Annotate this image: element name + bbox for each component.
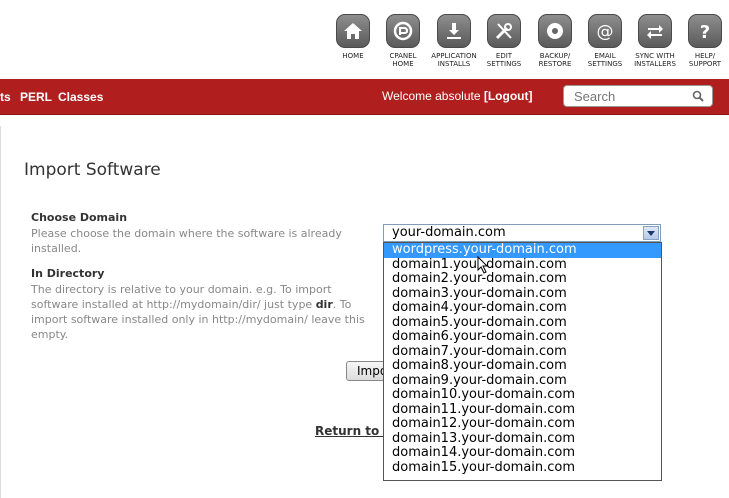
- dropdown-option[interactable]: domain7.your-domain.com: [384, 344, 661, 360]
- nav-link-perl[interactable]: PERL: [20, 90, 52, 104]
- toolbar-application-installs[interactable]: APPLICATION INSTALLS: [429, 14, 479, 68]
- toolbar-email-settings[interactable]: @ EMAIL SETTINGS: [580, 14, 630, 68]
- dropdown-option[interactable]: domain13.your-domain.com: [384, 431, 661, 447]
- toolbar-cpanel-home[interactable]: CPANEL HOME: [378, 14, 428, 68]
- toolbar-label: HELP/: [694, 52, 716, 60]
- toolbar-label: APPLICATION: [431, 52, 477, 60]
- cpanel-icon: [386, 14, 420, 48]
- nav-link-classes[interactable]: Classes: [58, 90, 103, 104]
- dropdown-option[interactable]: domain3.your-domain.com: [384, 286, 661, 302]
- disc-icon: [538, 14, 572, 48]
- toolbar-label: CPANEL: [389, 52, 417, 60]
- dropdown-option[interactable]: domain10.your-domain.com: [384, 387, 661, 403]
- dropdown-option[interactable]: domain4.your-domain.com: [384, 300, 661, 316]
- toolbar-backup-restore[interactable]: BACKUP/RESTORE: [530, 14, 580, 68]
- dropdown-option[interactable]: domain1.your-domain.com: [384, 257, 661, 273]
- sync-icon: [638, 14, 672, 48]
- svg-text:@: @: [597, 22, 614, 42]
- at-icon: @: [588, 14, 622, 48]
- dropdown-option[interactable]: domain9.your-domain.com: [384, 373, 661, 389]
- dropdown-option[interactable]: domain15.your-domain.com: [384, 460, 661, 476]
- toolbar-label: SYNC WITH: [635, 52, 675, 60]
- import-button[interactable]: Import: [346, 361, 386, 381]
- dropdown-option[interactable]: domain8.your-domain.com: [384, 358, 661, 374]
- directory-label: In Directory: [31, 267, 105, 280]
- toolbar-home[interactable]: HOME: [328, 14, 378, 60]
- toolbar-label: HOME: [342, 52, 364, 60]
- help-icon: ?: [688, 14, 722, 48]
- page-title: Import Software: [24, 160, 161, 180]
- content-area: Import Software Choose Domain Please cho…: [0, 126, 729, 498]
- dropdown-option[interactable]: domain11.your-domain.com: [384, 402, 661, 418]
- toolbar-label: EDIT: [495, 52, 513, 60]
- search-icon[interactable]: [692, 90, 704, 102]
- return-to-overview-link[interactable]: Return to Overview: [315, 424, 383, 438]
- mouse-pointer-icon: [477, 256, 489, 274]
- toolbar-label: EMAIL: [594, 52, 616, 60]
- search-input[interactable]: [564, 86, 684, 107]
- welcome-text: Welcome absolute: [382, 89, 484, 103]
- dropdown-option[interactable]: domain2.your-domain.com: [384, 271, 661, 287]
- dropdown-option[interactable]: wordpress.your-domain.com: [384, 243, 661, 258]
- toolbar-label: BACKUP/: [539, 52, 571, 60]
- toolbar-edit-settings[interactable]: EDIT SETTINGS: [479, 14, 529, 68]
- top-toolbar: HOME CPANEL HOME APPLICATION INSTALLS EDIT…: [0, 0, 729, 79]
- directory-description: The directory is relative to your domain…: [31, 283, 365, 341]
- domain-select-value: your-domain.com: [392, 225, 506, 240]
- choose-domain-description: Please choose the domain where the softw…: [31, 227, 342, 255]
- dropdown-option[interactable]: domain14.your-domain.com: [384, 445, 661, 461]
- svg-text:?: ?: [700, 22, 710, 42]
- nav-link-scripts[interactable]: ts: [0, 90, 11, 104]
- main-navbar: ts PERL Classes Welcome absolute [Logout…: [0, 79, 729, 115]
- welcome-message: Welcome absolute [Logout]: [382, 89, 532, 103]
- search-box[interactable]: [563, 85, 713, 107]
- toolbar-sync-installers[interactable]: SYNC WITH INSTALLERS: [630, 14, 680, 68]
- home-icon: [336, 14, 370, 48]
- domain-dropdown-list: wordpress.your-domain.com domain1.your-d…: [383, 242, 662, 481]
- dropdown-option[interactable]: domain6.your-domain.com: [384, 329, 661, 345]
- logout-link[interactable]: [Logout]: [484, 89, 533, 103]
- toolbar-help-support[interactable]: ? HELP/SUPPORT: [680, 14, 729, 68]
- tools-icon: [487, 14, 521, 48]
- choose-domain-label: Choose Domain: [31, 211, 128, 224]
- dropdown-option[interactable]: domain5.your-domain.com: [384, 315, 661, 331]
- domain-select[interactable]: your-domain.com: [383, 224, 661, 242]
- dropdown-option[interactable]: domain12.your-domain.com: [384, 416, 661, 432]
- chevron-down-icon[interactable]: [643, 226, 659, 240]
- download-icon: [437, 14, 471, 48]
